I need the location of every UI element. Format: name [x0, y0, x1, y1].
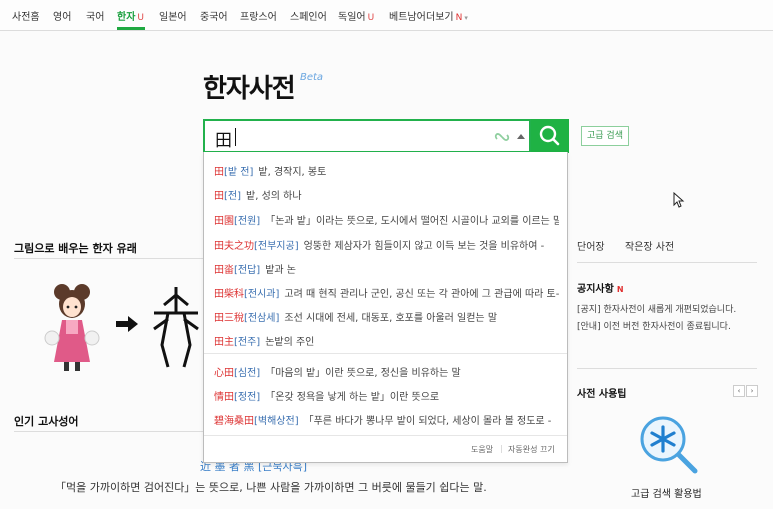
divider [577, 262, 757, 263]
suggestion-item[interactable]: 田主[전주] 논밭의 주인 [214, 333, 559, 348]
suggestion-item[interactable]: 田[전] 밭, 성의 하나 [214, 187, 559, 202]
divider [204, 353, 567, 354]
small-dict-link[interactable]: 작은장 사전 [625, 238, 674, 253]
popular-idioms-heading: 인기 고사성어 [14, 415, 79, 428]
girl-illustration [44, 284, 100, 371]
chevron-down-icon: ▾ [464, 14, 468, 22]
suggestion-item[interactable]: 田[밭 전] 밭, 경작지, 봉토 [214, 163, 559, 178]
nav-english[interactable]: 영어 [53, 8, 71, 23]
next-button[interactable]: › [746, 385, 758, 397]
nav-german[interactable]: 독일어 U [338, 8, 374, 23]
search-input[interactable] [213, 126, 467, 150]
divider [14, 431, 204, 432]
suggestion-item[interactable]: 心田[심전] 「마음의 밭」이란 뜻으로, 정신을 비유하는 말 [214, 364, 559, 379]
notice-heading: 공지사항 N [577, 284, 624, 295]
arrow-right-icon [116, 316, 138, 332]
top-nav: 사전홈 영어 국어 한자 U 일본어 중국어 프랑스어 스페인어 독일어 U 베트남… [0, 0, 773, 31]
suggestion-item[interactable]: 田柴科[전시과] 고려 때 현직 관리나 군인, 공신 또는 각 관아에 그 관급… [214, 285, 559, 300]
prev-button[interactable]: ‹ [733, 385, 745, 397]
autocomplete-off-link[interactable]: 자동완성 끄기 [508, 444, 555, 455]
help-link[interactable]: 도움말 [471, 444, 493, 455]
nav-home[interactable]: 사전홈 [12, 8, 40, 23]
suggestion-item[interactable]: 田園[전원] 「논과 밭」이라는 뜻으로, 도시에서 떨어진 시골이나 교외를 이… [214, 212, 559, 227]
tips-caption[interactable]: 고급 검색 활용법 [631, 485, 702, 500]
nav-spanish[interactable]: 스페인어 [290, 8, 327, 23]
advanced-search-button[interactable]: 고급 검색 [581, 126, 629, 146]
nav-chinese[interactable]: 중국어 [200, 8, 228, 23]
search-button[interactable] [531, 119, 569, 153]
hanja-origin-heading: 그림으로 배우는 한자 유래 [14, 242, 137, 255]
divider [14, 258, 204, 259]
link-icon[interactable] [493, 129, 511, 145]
beta-badge: Beta [300, 72, 324, 83]
active-tab-indicator [117, 27, 145, 30]
idiom-description: 「먹을 가까이하면 검어진다」는 뜻으로, 나쁜 사람을 가까이하면 그 버릇에… [55, 481, 487, 494]
footer-separator: | [500, 444, 503, 453]
suggestion-item[interactable]: 田畓[전답] 밭과 논 [214, 261, 559, 276]
notice-item[interactable]: [안내] 이전 버전 한자사전이 종료됩니다. [577, 319, 731, 332]
vocab-link[interactable]: 단어장 [577, 238, 605, 253]
dropdown-footer: 도움말 | 자동완성 끄기 [204, 435, 567, 462]
hanja-stroke-illustration [153, 287, 199, 368]
nav-korean[interactable]: 국어 [86, 8, 104, 23]
nav-japanese[interactable]: 일본어 [159, 8, 187, 23]
magnifier-asterisk-icon [640, 416, 698, 474]
suggestion-item[interactable]: 碧海桑田[벽해상전] 「푸른 바다가 뽕나무 밭이 되었다, 세상이 몰라 볼 정… [214, 412, 559, 427]
collapse-arrow-icon[interactable] [517, 134, 525, 139]
text-caret [235, 128, 236, 146]
search-box [203, 119, 531, 153]
nav-french[interactable]: 프랑스어 [240, 8, 277, 23]
suggestion-item[interactable]: 田三稅[전삼세] 조선 시대에 전세, 대동포, 호포를 아울러 일컫는 말 [214, 309, 559, 324]
autocomplete-dropdown: 田[밭 전] 밭, 경작지, 봉토 田[전] 밭, 성의 하나 田園[전원] 「논과 … [203, 152, 568, 463]
new-badge: N [616, 285, 624, 294]
search-icon [539, 125, 560, 146]
mouse-cursor-icon [673, 192, 685, 208]
nav-hanja[interactable]: 한자 U [117, 8, 144, 23]
suggestion-item[interactable]: 田夫之功[전부지공] 엉뚱한 제삼자가 힘들이지 않고 이득 보는 것을 비유하여… [214, 237, 559, 252]
divider [577, 368, 757, 369]
suggestion-item[interactable]: 情田[정전] 「온갖 정욕을 낳게 하는 밭」이란 뜻으로 [214, 388, 559, 403]
nav-vietnamese[interactable]: 베트남어 [389, 8, 426, 23]
page-title: 한자사전 [203, 74, 296, 104]
nav-more[interactable]: 더보기 N ▾ [426, 8, 468, 23]
tips-heading: 사전 사용팁 [577, 389, 627, 400]
notice-item[interactable]: [공지] 한자사전이 새롭게 개편되었습니다. [577, 302, 736, 315]
